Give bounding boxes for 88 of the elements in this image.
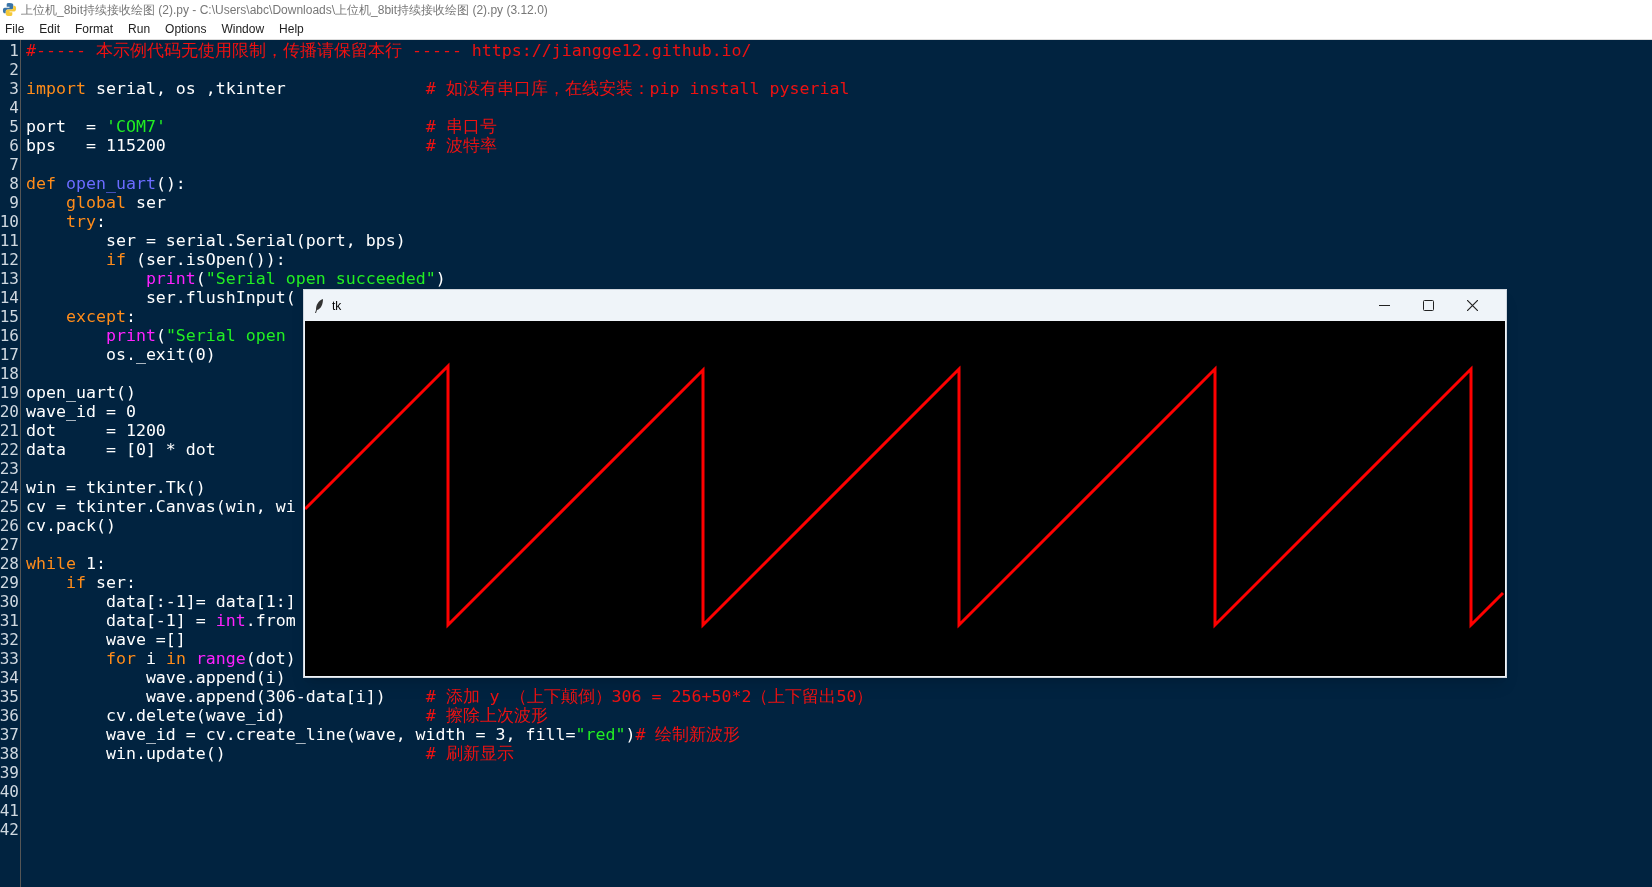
line-number: 12 (0, 250, 19, 269)
line-number: 25 (0, 497, 19, 516)
code-line: cv.delete(wave_id) # 擦除上次波形 (104, 706, 548, 725)
python-icon (2, 2, 17, 17)
line-number: 27 (0, 535, 19, 554)
line-number: 5 (9, 117, 19, 136)
code-line: data[-1] = int.from (104, 611, 296, 630)
maximize-icon (1422, 300, 1434, 311)
code-line: ser.flushInput( (144, 288, 296, 307)
line-number: 35 (0, 687, 19, 706)
line-number: 36 (0, 706, 19, 725)
window-title: 上位机_8bit持续接收绘图 (2).py - C:\Users\abc\Downloads\上位机_8bit持续接收绘图 (2).py (3.12.0) (21, 1, 548, 19)
line-number: 2 (9, 60, 19, 79)
menu-item[interactable]: Options (165, 20, 207, 38)
code-line: print("Serial open (104, 326, 286, 345)
code-line: wave.append(306-data[i]) # 添加 y （上下颠倒）306 = 256+50*2（上下留出50） (144, 687, 874, 706)
line-number: 26 (0, 516, 19, 535)
code-line: os._exit(0) (104, 345, 216, 364)
code-line: ser = serial.Serial(port, bps) (104, 231, 406, 250)
code-line: if ser: (64, 573, 136, 592)
line-number: 41 (0, 801, 19, 820)
menu-item[interactable]: Run (128, 20, 151, 38)
code-line: win.update() # 刷新显示 (104, 744, 514, 763)
line-number: 30 (0, 592, 19, 611)
feather-icon (314, 298, 324, 313)
code-line: data[:-1]= data[1:] (104, 592, 296, 611)
code-line: open_uart() (26, 383, 136, 402)
code-line: print("Serial open succeeded") (144, 269, 446, 288)
line-number: 22 (0, 440, 19, 459)
line-number: 31 (0, 611, 19, 630)
code-line: data = [0] * dot (26, 440, 216, 459)
code-line: except: (64, 307, 136, 326)
line-number: 16 (0, 326, 19, 345)
line-number: 33 (0, 649, 19, 668)
code-line: global ser (64, 193, 166, 212)
code-line: wave_id = 0 (26, 402, 136, 421)
code-line: wave =[] (104, 630, 186, 649)
code-line: #----- 本示例代码无使用限制，传播请保留本行 ----- https://jiangge12.github.io/ (26, 41, 752, 60)
line-number: 11 (0, 231, 19, 250)
menu-item[interactable]: Format (75, 20, 114, 38)
code-line: cv.pack() (26, 516, 116, 535)
line-number: 24 (0, 478, 19, 497)
line-number: 34 (0, 668, 19, 687)
code-line: while 1: (26, 554, 106, 573)
menu-item[interactable]: File (5, 20, 25, 38)
window-title: tk (332, 297, 342, 315)
code-line: port = 'COM7' # 串口号 (26, 117, 497, 136)
code-line: if (ser.isOpen()): (104, 250, 286, 269)
code-line: cv = tkinter.Canvas(win, wi (26, 497, 296, 516)
line-number: 39 (0, 763, 19, 782)
line-number: 21 (0, 421, 19, 440)
line-number: 18 (0, 364, 19, 383)
line-number: 40 (0, 782, 19, 801)
code-line: wave.append(i) (144, 668, 286, 687)
code-line: win = tkinter.Tk() (26, 478, 206, 497)
line-number: 28 (0, 554, 19, 573)
code-line: for i in range(dot) (104, 649, 296, 668)
line-number: 38 (0, 744, 19, 763)
minimize-icon (1378, 305, 1390, 306)
line-number: 15 (0, 307, 19, 326)
code-line: dot = 1200 (26, 421, 166, 440)
line-number: 19 (0, 383, 19, 402)
menu-item[interactable]: Window (221, 20, 265, 38)
line-number: 13 (0, 269, 19, 288)
line-number: 3 (9, 79, 19, 98)
line-number: 29 (0, 573, 19, 592)
line-number: 4 (9, 98, 19, 117)
code-line: import serial, os ,tkinter # 如没有串口库，在线安装：pip install pyserial (26, 79, 850, 98)
code-line: def open_uart(): (26, 174, 186, 193)
line-number: 9 (9, 193, 19, 212)
code-line: bps = 115200 # 波特率 (26, 136, 497, 155)
line-number: 20 (0, 402, 19, 421)
close-icon (1466, 300, 1478, 311)
line-number: 1 (9, 41, 19, 60)
line-number: 17 (0, 345, 19, 364)
menu-item[interactable]: Edit (39, 20, 61, 38)
code-line: wave_id = cv.create_line(wave, width = 3, fill="red")# 绘制新波形 (104, 725, 741, 744)
line-number: 14 (0, 288, 19, 307)
menu-item[interactable]: Help (279, 20, 304, 38)
line-number: 8 (9, 174, 19, 193)
line-number: 37 (0, 725, 19, 744)
line-number: 6 (9, 136, 19, 155)
code-line: try: (64, 212, 106, 231)
line-number: 42 (0, 820, 19, 839)
line-number: 23 (0, 459, 19, 478)
line-number: 10 (0, 212, 19, 231)
line-number: 7 (9, 155, 19, 174)
line-number: 32 (0, 630, 19, 649)
